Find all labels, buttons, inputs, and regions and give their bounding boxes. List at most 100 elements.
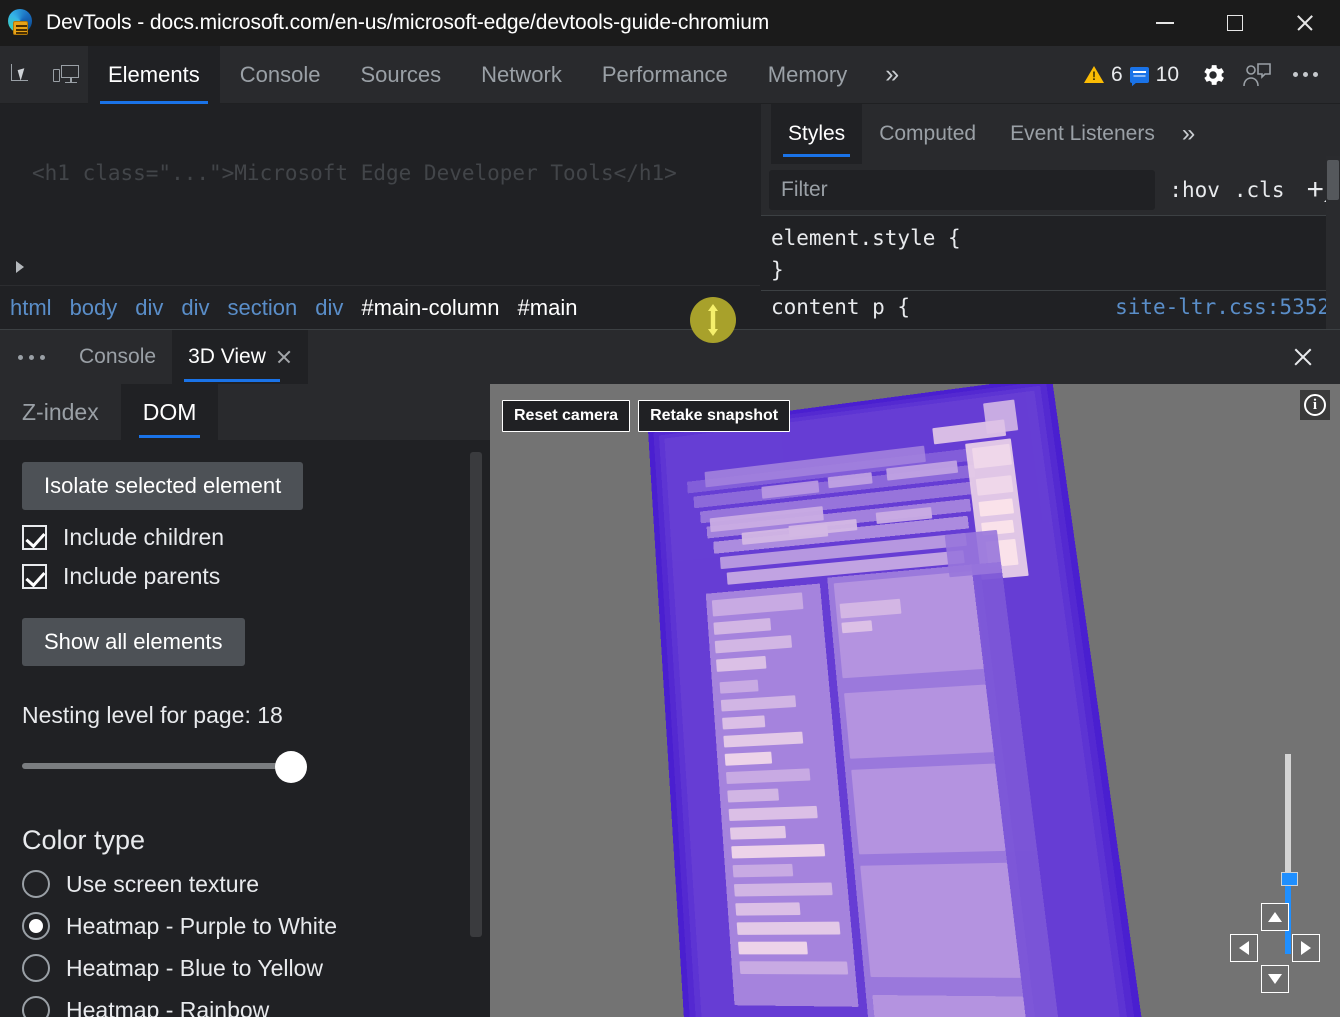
- dom-layer: [736, 921, 841, 935]
- close-tab-icon[interactable]: [276, 349, 292, 365]
- drawer-tabbar: Console 3D View: [0, 329, 1340, 384]
- minimize-button[interactable]: [1130, 0, 1200, 46]
- controls-scrollbar-thumb[interactable]: [470, 452, 482, 937]
- color-option-rainbow[interactable]: Heatmap - Rainbow: [22, 996, 466, 1017]
- style-rule-source[interactable]: site-ltr.css:5352: [1115, 291, 1330, 323]
- radio-label: Heatmap - Purple to White: [66, 912, 338, 939]
- slider-track: [22, 763, 292, 769]
- more-options-icon[interactable]: [1279, 72, 1332, 77]
- dom-layer: [731, 843, 826, 859]
- window-controls: [1130, 0, 1340, 46]
- radio-button[interactable]: [22, 870, 50, 898]
- styles-rules[interactable]: element.style { } content p { site-ltr.c…: [761, 216, 1340, 329]
- pan-left-button[interactable]: [1230, 934, 1258, 962]
- slider-thumb[interactable]: [275, 751, 307, 783]
- dom-line[interactable]: <ul class="metadata page-metadata" data-…: [8, 251, 750, 285]
- tab-elements[interactable]: Elements: [88, 45, 220, 104]
- warning-count: 6: [1110, 62, 1123, 86]
- dom-layer: [860, 862, 1021, 978]
- tab-computed[interactable]: Computed: [862, 104, 993, 164]
- breadcrumb-item-body[interactable]: body: [70, 295, 118, 321]
- elements-dom-tree[interactable]: <h1 class="...">Microsoft Edge Developer…: [0, 104, 760, 285]
- style-rule-row[interactable]: content p { site-ltr.css:5352: [771, 291, 1330, 323]
- dom-layer: [851, 763, 1006, 855]
- inspect-element-button[interactable]: [0, 53, 44, 97]
- edge-devtools-logo-icon: [6, 8, 36, 38]
- feedback-button[interactable]: [1235, 53, 1279, 97]
- close-drawer-button[interactable]: [1278, 329, 1328, 384]
- dom-layer-stack: [647, 384, 1180, 1017]
- dom-line-cut: <h1 class="...">Microsoft Edge Developer…: [32, 161, 677, 185]
- radio-button[interactable]: [22, 954, 50, 982]
- styles-more-tabs-icon[interactable]: »: [1172, 104, 1205, 164]
- tab-performance[interactable]: Performance: [582, 46, 748, 104]
- include-parents-checkbox[interactable]: [22, 564, 47, 589]
- tab-label: Sources: [360, 61, 442, 87]
- drawer-tab-3d-view[interactable]: 3D View: [172, 330, 308, 384]
- nesting-level-slider[interactable]: [22, 751, 312, 783]
- breadcrumb-item-div[interactable]: div: [181, 295, 209, 321]
- hov-toggle[interactable]: :hov: [1169, 178, 1220, 202]
- breadcrumb-item-div[interactable]: div: [135, 295, 163, 321]
- styles-filter-input[interactable]: Filter: [769, 169, 1156, 210]
- breadcrumb-item-html[interactable]: html: [10, 295, 52, 321]
- issue-counts[interactable]: 6 10: [1083, 62, 1179, 87]
- color-option-purple-to-white[interactable]: Heatmap - Purple to White: [22, 912, 466, 940]
- vertical-resize-handle-icon[interactable]: [690, 297, 736, 343]
- device-toolbar-button[interactable]: [44, 53, 88, 97]
- pan-down-button[interactable]: [1261, 965, 1289, 993]
- include-parents-checkbox-row[interactable]: Include parents: [22, 563, 466, 590]
- close-button[interactable]: [1270, 0, 1340, 46]
- reset-camera-button[interactable]: Reset camera: [502, 400, 631, 432]
- cls-toggle[interactable]: .cls: [1234, 178, 1285, 202]
- breadcrumb-item-main-column[interactable]: #main-column: [361, 295, 499, 321]
- pan-up-button[interactable]: [1261, 903, 1289, 931]
- tab-memory[interactable]: Memory: [748, 46, 867, 104]
- show-all-elements-button[interactable]: Show all elements: [22, 618, 245, 666]
- pan-down-icon: [1268, 974, 1282, 984]
- style-rule-selector[interactable]: content p {: [771, 291, 910, 323]
- retake-snapshot-button[interactable]: Retake snapshot: [638, 400, 791, 432]
- radio-button[interactable]: [22, 912, 50, 940]
- radio-button[interactable]: [22, 996, 50, 1017]
- subtab-z-index[interactable]: Z-index: [0, 384, 121, 440]
- drawer-more-options-icon[interactable]: [0, 330, 63, 384]
- dom-layer: [735, 902, 801, 916]
- tab-console[interactable]: Console: [220, 46, 341, 104]
- three-d-canvas[interactable]: Reset camera Retake snapshot i: [490, 384, 1340, 1017]
- include-children-checkbox-row[interactable]: Include children: [22, 524, 466, 551]
- color-option-blue-to-yellow[interactable]: Heatmap - Blue to Yellow: [22, 954, 466, 982]
- tab-network[interactable]: Network: [461, 46, 582, 104]
- maximize-button[interactable]: [1200, 0, 1270, 46]
- color-option-screen-texture[interactable]: Use screen texture: [22, 870, 466, 898]
- tab-label: Performance: [601, 61, 728, 87]
- tab-label: Computed: [879, 122, 977, 145]
- minimize-icon: [1156, 22, 1174, 24]
- styles-scrollbar-thumb[interactable]: [1327, 160, 1339, 200]
- settings-button[interactable]: [1191, 53, 1235, 97]
- tab-event-listeners[interactable]: Event Listeners: [993, 104, 1172, 164]
- pan-left-icon: [1239, 941, 1249, 955]
- drawer-tab-console[interactable]: Console: [63, 330, 172, 384]
- breadcrumb-item-section[interactable]: section: [228, 295, 298, 321]
- zoom-slider-thumb[interactable]: [1281, 872, 1298, 886]
- gear-icon: [1204, 64, 1224, 85]
- breadcrumb-item-main[interactable]: #main: [518, 295, 578, 321]
- expand-triangle-icon[interactable]: [16, 261, 24, 273]
- include-children-checkbox[interactable]: [22, 525, 47, 550]
- tab-label: Event Listeners: [1010, 122, 1155, 145]
- style-rule-selector[interactable]: element.style {: [771, 222, 1330, 254]
- radio-label: Heatmap - Blue to Yellow: [66, 954, 323, 981]
- tab-sources[interactable]: Sources: [340, 46, 461, 104]
- inspect-element-icon: [10, 63, 34, 87]
- nesting-level-label: Nesting level for page: 18: [22, 702, 283, 728]
- toolbar-right-group: 6 10: [1083, 53, 1340, 97]
- more-tabs-icon[interactable]: »: [867, 46, 917, 104]
- isolate-selected-element-button[interactable]: Isolate selected element: [22, 462, 304, 510]
- pan-right-icon: [1301, 941, 1311, 955]
- info-button[interactable]: i: [1300, 390, 1330, 420]
- pan-right-button[interactable]: [1292, 934, 1320, 962]
- subtab-dom[interactable]: DOM: [120, 384, 219, 440]
- breadcrumb-item-div[interactable]: div: [315, 295, 343, 321]
- tab-styles[interactable]: Styles: [771, 104, 863, 164]
